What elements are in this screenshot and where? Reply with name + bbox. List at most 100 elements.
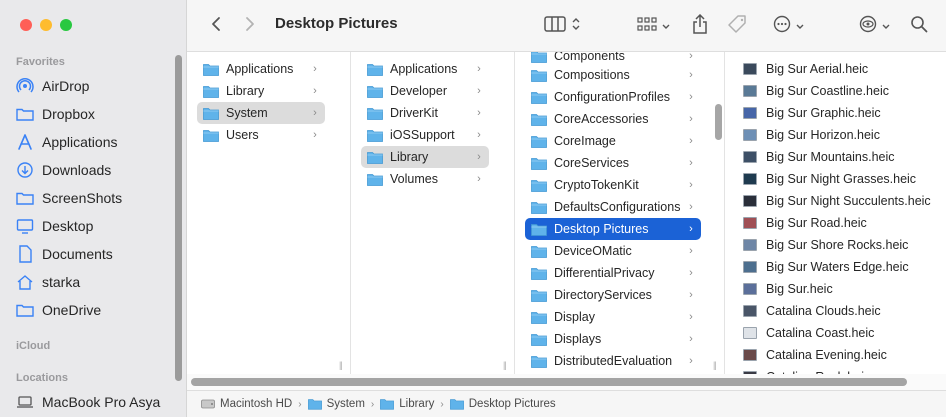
- file-list-item[interactable]: Catalina Coast.heic: [737, 322, 937, 344]
- list-item[interactable]: Displays ›: [525, 328, 701, 350]
- list-item[interactable]: iOSSupport ›: [361, 124, 489, 146]
- chevron-right-icon: ›: [477, 129, 481, 141]
- file-list-item[interactable]: Big Sur Night Succulents.heic: [737, 190, 937, 212]
- list-item[interactable]: CoreServices ›: [525, 152, 701, 174]
- path-item-system[interactable]: System: [307, 398, 365, 410]
- zoom-window-button[interactable]: [60, 19, 72, 31]
- sidebar-item-label: Desktop: [42, 218, 94, 234]
- path-item-macintosh-hd[interactable]: Macintosh HD: [201, 398, 292, 410]
- list-item[interactable]: CryptoTokenKit ›: [525, 174, 701, 196]
- chevron-right-icon: ›: [689, 267, 693, 279]
- list-item[interactable]: DeviceOMatic ›: [525, 240, 701, 262]
- horizontal-scrollbar-thumb[interactable]: [191, 378, 907, 386]
- chevron-right-icon: ›: [689, 52, 693, 62]
- close-window-button[interactable]: [20, 19, 32, 31]
- file-list-item[interactable]: Big Sur Coastline.heic: [737, 80, 937, 102]
- sidebar: Favorites AirDrop Dropbox Applications D…: [0, 0, 187, 417]
- share-button[interactable]: [689, 12, 711, 40]
- list-item[interactable]: Users ›: [197, 124, 325, 146]
- list-item-selected[interactable]: System ›: [197, 102, 325, 124]
- list-item[interactable]: DistributedEvaluation ›: [525, 350, 701, 372]
- list-item[interactable]: CoreAccessories ›: [525, 108, 701, 130]
- preview-button[interactable]: [857, 12, 891, 40]
- forward-button[interactable]: [239, 12, 261, 40]
- file-list-item[interactable]: Big Sur Mountains.heic: [737, 146, 937, 168]
- folder-icon: [367, 150, 384, 164]
- image-file-icon: [743, 348, 760, 362]
- list-item[interactable]: Compositions ›: [525, 64, 701, 86]
- column-resize-handle[interactable]: ||: [503, 360, 507, 370]
- image-file-icon: [743, 238, 760, 252]
- folder-icon: [16, 105, 34, 123]
- minimize-window-button[interactable]: [40, 19, 52, 31]
- chevron-right-icon: ›: [477, 107, 481, 119]
- finder-window: Favorites AirDrop Dropbox Applications D…: [0, 0, 946, 417]
- file-list-item[interactable]: Big Sur Night Grasses.heic: [737, 168, 937, 190]
- chevron-down-icon: [796, 17, 804, 35]
- list-item[interactable]: Applications ›: [361, 58, 489, 80]
- column-resize-handle[interactable]: ||: [339, 360, 343, 370]
- list-item[interactable]: DefaultsConfigurations ›: [525, 196, 701, 218]
- file-list-item[interactable]: Big Sur Road.heic: [737, 212, 937, 234]
- file-list-item[interactable]: Catalina Evening.heic: [737, 344, 937, 366]
- chevron-right-icon: ›: [689, 223, 693, 235]
- column-3-scrollbar[interactable]: [715, 104, 722, 140]
- folder-icon: [367, 84, 384, 98]
- folder-icon: [203, 106, 220, 120]
- tags-button[interactable]: [725, 12, 751, 40]
- more-actions-button[interactable]: [769, 12, 807, 40]
- sidebar-item-desktop[interactable]: Desktop: [8, 213, 170, 239]
- sidebar-item-label: MacBook Pro Asya: [42, 394, 161, 410]
- chevron-right-icon: ›: [313, 129, 317, 141]
- list-item-selected[interactable]: Desktop Pictures ›: [525, 218, 701, 240]
- view-mode-button[interactable]: [541, 12, 583, 40]
- list-item[interactable]: Developer ›: [361, 80, 489, 102]
- sidebar-item-dropbox[interactable]: Dropbox: [8, 101, 170, 127]
- list-item[interactable]: ConfigurationProfiles ›: [525, 86, 701, 108]
- file-list-item[interactable]: Big Sur Waters Edge.heic: [737, 256, 937, 278]
- column-2: Applications › Developer › DriverKit › i…: [351, 52, 515, 374]
- list-item-selected[interactable]: Library ›: [361, 146, 489, 168]
- list-item[interactable]: DirectoryServices ›: [525, 284, 701, 306]
- sidebar-item-onedrive[interactable]: OneDrive: [8, 297, 170, 323]
- sidebar-item-airdrop[interactable]: AirDrop: [8, 73, 170, 99]
- search-button[interactable]: [907, 12, 931, 40]
- folder-icon: [531, 222, 548, 236]
- favorites-section-label: Favorites: [16, 56, 65, 68]
- search-icon: [910, 15, 928, 38]
- path-item-desktop-pictures[interactable]: Desktop Pictures: [449, 398, 556, 410]
- list-item[interactable]: DriverKit ›: [361, 102, 489, 124]
- file-list-item[interactable]: Big Sur Aerial.heic: [737, 58, 937, 80]
- folder-icon: [203, 128, 220, 142]
- group-button[interactable]: [633, 12, 673, 40]
- list-item[interactable]: CoreImage ›: [525, 130, 701, 152]
- file-list-item[interactable]: Big Sur Shore Rocks.heic: [737, 234, 937, 256]
- chevron-right-icon: ›: [477, 173, 481, 185]
- sidebar-item-screenshots[interactable]: ScreenShots: [8, 185, 170, 211]
- file-list-item[interactable]: Big Sur.heic: [737, 278, 937, 300]
- folder-icon: [531, 354, 548, 368]
- sidebar-item-downloads[interactable]: Downloads: [8, 157, 170, 183]
- list-item[interactable]: Volumes ›: [361, 168, 489, 190]
- sidebar-item-applications[interactable]: Applications: [8, 129, 170, 155]
- file-list-item[interactable]: Catalina Clouds.heic: [737, 300, 937, 322]
- back-button[interactable]: [205, 12, 227, 40]
- folder-icon: [531, 134, 548, 148]
- sidebar-item-starka[interactable]: starka: [8, 269, 170, 295]
- sidebar-item-documents[interactable]: Documents: [8, 241, 170, 267]
- list-item[interactable]: Display ›: [525, 306, 701, 328]
- sidebar-scrollbar[interactable]: [175, 55, 182, 381]
- list-item[interactable]: Library ›: [197, 80, 325, 102]
- list-item[interactable]: Applications ›: [197, 58, 325, 80]
- file-list-item[interactable]: Catalina Rock.heic: [737, 366, 937, 374]
- image-file-icon: [743, 216, 760, 230]
- image-file-icon: [743, 62, 760, 76]
- list-item[interactable]: DifferentialPrivacy ›: [525, 262, 701, 284]
- file-list-item[interactable]: Big Sur Graphic.heic: [737, 102, 937, 124]
- sidebar-item-macbook[interactable]: MacBook Pro Asya: [8, 389, 170, 415]
- horizontal-scrollbar[interactable]: [187, 374, 946, 390]
- file-list-item[interactable]: Big Sur Horizon.heic: [737, 124, 937, 146]
- column-resize-handle[interactable]: ||: [713, 360, 717, 370]
- folder-icon: [307, 398, 322, 410]
- path-item-library[interactable]: Library: [380, 398, 434, 410]
